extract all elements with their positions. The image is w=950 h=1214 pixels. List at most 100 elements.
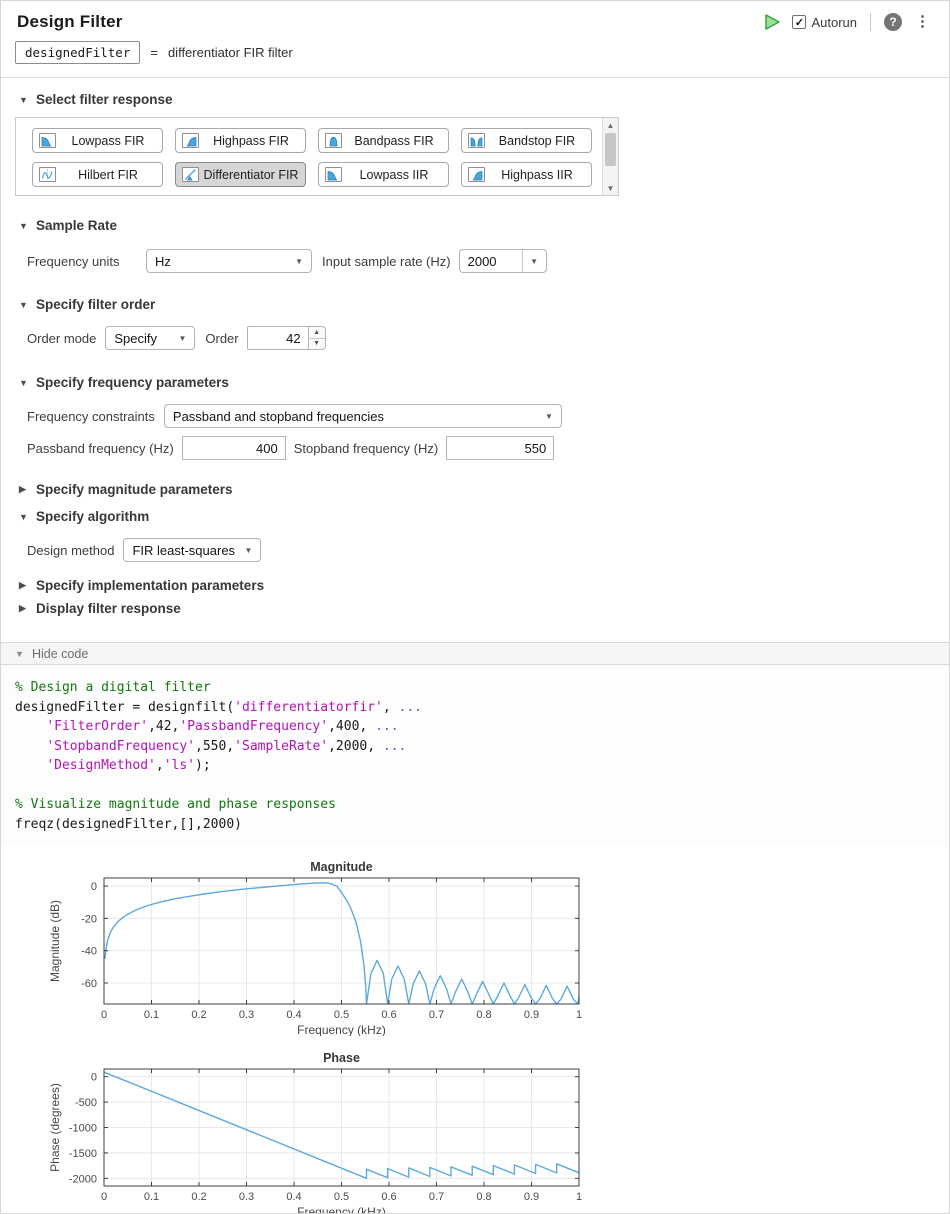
design-method-select[interactable]: FIR least-squares ▼	[123, 538, 261, 562]
stopband-frequency-label: Stopband frequency (Hz)	[294, 441, 439, 456]
order-mode-label: Order mode	[27, 331, 96, 346]
highpass-fir-icon	[182, 133, 199, 148]
svg-text:-60: -60	[81, 978, 97, 990]
differentiator-fir-icon	[182, 167, 199, 182]
filter-button-label: Bandpass FIR	[344, 134, 444, 148]
section-header-magnitude-params[interactable]: ▶ Specify magnitude parameters	[19, 482, 949, 497]
spinner-buttons[interactable]: ▲ ▼	[309, 326, 326, 350]
frequency-constraints-select[interactable]: Passband and stopband frequencies ▼	[164, 404, 562, 428]
svg-text:Magnitude (dB): Magnitude (dB)	[48, 900, 62, 982]
filter-button-label: Differentiator FIR	[201, 168, 301, 182]
filter-response-button-highpass-iir[interactable]: Highpass IIR	[461, 162, 592, 187]
chevron-down-icon: ▼	[545, 412, 553, 421]
section-header-algorithm[interactable]: ▼ Specify algorithm	[19, 509, 949, 524]
passband-frequency-input[interactable]	[182, 436, 286, 460]
figure-output: 00.10.20.30.40.50.60.70.80.910-20-40-60M…	[1, 844, 949, 1214]
kebab-menu-icon[interactable]: ⋮	[912, 13, 933, 31]
svg-text:0: 0	[91, 881, 97, 893]
svg-text:0: 0	[101, 1191, 107, 1203]
filter-grid-scrollbar[interactable]: ▲ ▼	[602, 118, 618, 195]
output-description: differentiator FIR filter	[168, 45, 293, 60]
filter-button-label: Highpass IIR	[487, 168, 587, 182]
filter-response-panel: Lowpass FIR Highpass FIR Bandpass FIR Bands…	[15, 117, 619, 196]
filter-response-button-bandpass-fir[interactable]: Bandpass FIR	[318, 128, 449, 153]
chevron-collapsed-icon: ▶	[19, 603, 29, 614]
section-header-implementation[interactable]: ▶ Specify implementation parameters	[19, 578, 949, 593]
order-label: Order	[205, 331, 238, 346]
lowpass-fir-icon	[39, 133, 56, 148]
svg-text:0.4: 0.4	[286, 1009, 301, 1021]
svg-text:Frequency (kHz): Frequency (kHz)	[297, 1023, 386, 1036]
input-sample-rate-combobox[interactable]: 2000 ▼	[459, 249, 547, 273]
chevron-expanded-icon: ▼	[19, 512, 29, 522]
scroll-down-icon[interactable]: ▼	[603, 181, 618, 195]
frequency-constraints-label: Frequency constraints	[27, 409, 155, 424]
scroll-up-icon[interactable]: ▲	[603, 118, 618, 132]
run-button[interactable]	[762, 12, 782, 32]
checkbox-check-icon: ✓	[792, 15, 806, 29]
filter-button-label: Lowpass IIR	[344, 168, 444, 182]
filter-response-button-hilbert-fir[interactable]: Hilbert FIR	[32, 162, 163, 187]
hide-code-toggle[interactable]: ▼ Hide code	[1, 642, 949, 665]
magnitude-plot: 00.10.20.30.40.50.60.70.80.910-20-40-60M…	[41, 858, 621, 1036]
design-method-label: Design method	[27, 543, 114, 558]
filter-response-button-bandstop-fir[interactable]: Bandstop FIR	[461, 128, 592, 153]
filter-response-button-differentiator-fir[interactable]: Differentiator FIR	[175, 162, 306, 187]
sample-rate-row: Frequency units Hz ▼ Input sample rate (…	[27, 249, 949, 273]
output-row: designedFilter = differentiator FIR filt…	[1, 32, 949, 78]
svg-text:Frequency (kHz): Frequency (kHz)	[297, 1205, 386, 1214]
chevron-collapsed-icon: ▶	[19, 580, 29, 591]
svg-text:-1000: -1000	[69, 1123, 97, 1135]
svg-text:-40: -40	[81, 946, 97, 958]
svg-text:0.7: 0.7	[429, 1191, 444, 1203]
section-header-sample-rate[interactable]: ▼ Sample Rate	[19, 218, 949, 233]
spin-down-icon[interactable]: ▼	[309, 339, 325, 350]
frequency-units-select[interactable]: Hz ▼	[146, 249, 312, 273]
order-mode-select[interactable]: Specify ▼	[105, 326, 195, 350]
code-block[interactable]: % Design a digital filterdesignedFilter …	[1, 665, 949, 844]
design-method-row: Design method FIR least-squares ▼	[27, 538, 949, 562]
section-header-filter-response[interactable]: ▼ Select filter response	[19, 92, 949, 107]
phase-plot: 00.10.20.30.40.50.60.70.80.910-500-1000-…	[41, 1049, 621, 1214]
stopband-frequency-input[interactable]	[446, 436, 554, 460]
filter-response-button-highpass-fir[interactable]: Highpass FIR	[175, 128, 306, 153]
page-title: Design Filter	[17, 12, 123, 32]
svg-text:-2000: -2000	[69, 1173, 97, 1185]
chevron-expanded-icon: ▼	[19, 221, 29, 231]
svg-text:0.3: 0.3	[239, 1009, 254, 1021]
filter-button-label: Highpass FIR	[201, 134, 301, 148]
hilbert-fir-icon	[39, 167, 56, 182]
section-header-frequency-params[interactable]: ▼ Specify frequency parameters	[19, 375, 949, 390]
section-header-display-response[interactable]: ▶ Display filter response	[19, 601, 949, 616]
order-spinner[interactable]: ▲ ▼	[247, 326, 326, 350]
chevron-expanded-icon: ▼	[15, 649, 25, 659]
phase-chart: 00.10.20.30.40.50.60.70.80.910-500-1000-…	[41, 1049, 949, 1214]
header-divider	[870, 13, 871, 31]
chevron-down-icon: ▼	[295, 257, 303, 266]
help-icon[interactable]: ?	[884, 13, 902, 31]
svg-text:0.8: 0.8	[476, 1009, 491, 1021]
svg-text:Phase (degrees): Phase (degrees)	[48, 1083, 62, 1172]
filter-button-label: Lowpass FIR	[58, 134, 158, 148]
bandstop-fir-icon	[468, 133, 485, 148]
order-input[interactable]	[247, 326, 309, 350]
svg-text:0.1: 0.1	[144, 1191, 159, 1203]
filter-response-button-lowpass-iir[interactable]: Lowpass IIR	[318, 162, 449, 187]
filter-response-button-lowpass-fir[interactable]: Lowpass FIR	[32, 128, 163, 153]
svg-text:0.7: 0.7	[429, 1009, 444, 1021]
magnitude-chart: 00.10.20.30.40.50.60.70.80.910-20-40-60M…	[41, 858, 949, 1041]
scrollbar-thumb[interactable]	[605, 133, 616, 166]
svg-text:0.6: 0.6	[381, 1191, 396, 1203]
svg-text:-1500: -1500	[69, 1148, 97, 1160]
output-variable-field[interactable]: designedFilter	[15, 41, 140, 64]
section-header-filter-order[interactable]: ▼ Specify filter order	[19, 297, 949, 312]
svg-text:0.5: 0.5	[334, 1191, 349, 1203]
svg-text:0: 0	[91, 1072, 97, 1084]
spin-up-icon[interactable]: ▲	[309, 327, 325, 339]
autorun-checkbox[interactable]: ✓ Autorun	[792, 15, 857, 30]
svg-text:0.1: 0.1	[144, 1009, 159, 1021]
design-filter-task: Design Filter ✓ Autorun ? ⋮ designedFilt…	[0, 0, 950, 1214]
chevron-down-icon: ▼	[178, 334, 186, 343]
filter-button-label: Bandstop FIR	[487, 134, 587, 148]
svg-text:1: 1	[576, 1009, 582, 1021]
